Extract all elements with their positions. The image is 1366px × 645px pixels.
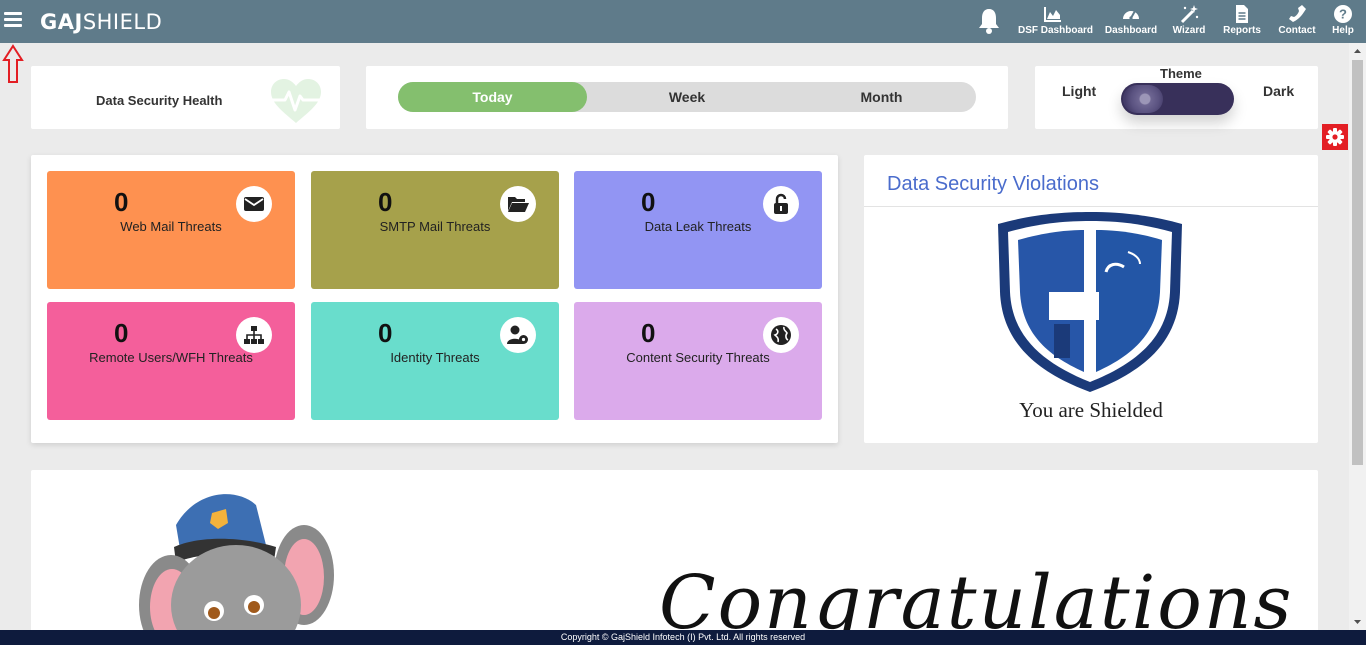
period-selector-card: Today Week Month <box>366 66 1008 129</box>
period-today-button[interactable]: Today <box>398 82 587 112</box>
help-icon: ? <box>1334 5 1352 23</box>
nav-dashboard-label: Dashboard <box>1104 25 1158 36</box>
sitemap-icon <box>236 317 272 353</box>
elephant-police-mascot <box>139 494 334 645</box>
scroll-up-arrow-icon[interactable] <box>1349 43 1366 60</box>
remote-users-wfh-threats-tile[interactable]: 0 Remote Users/WFH Threats <box>47 302 295 420</box>
data-security-health-card: Data Security Health <box>31 66 340 129</box>
threats-panel: 0 Web Mail Threats 0 SMTP Mail Threats 0… <box>31 155 838 443</box>
svg-text:?: ? <box>1339 7 1347 22</box>
magic-wand-icon <box>1180 5 1199 24</box>
threat-count: 0 <box>114 187 129 217</box>
nav-reports-label: Reports <box>1223 25 1261 36</box>
top-navigation-bar: GAJSHIELD DSF Dashboard Dashboard Wizard <box>0 0 1366 43</box>
content-security-threats-tile[interactable]: 0 Content Security Threats <box>574 302 822 420</box>
heartbeat-icon <box>271 79 321 123</box>
hamburger-menu-icon[interactable] <box>4 12 22 28</box>
data-security-health-title: Data Security Health <box>96 93 223 108</box>
nav-help-label: Help <box>1332 25 1354 36</box>
violations-title: Data Security Violations <box>887 173 1099 195</box>
scroll-down-arrow-icon[interactable] <box>1349 613 1366 630</box>
nav-dsf-dashboard-label: DSF Dashboard <box>1018 25 1094 36</box>
threat-count: 0 <box>641 187 656 217</box>
congratulations-card: Congratulations <box>31 470 1318 645</box>
settings-gear-icon[interactable] <box>1322 124 1348 150</box>
footer-copyright: Copyright © GajShield Infotech (I) Pvt. … <box>0 630 1366 645</box>
nav-reports[interactable]: Reports <box>1222 4 1262 38</box>
smtp-mail-threats-tile[interactable]: 0 SMTP Mail Threats <box>311 171 559 289</box>
period-toggle: Today Week Month <box>398 82 976 112</box>
threat-count: 0 <box>114 318 129 348</box>
data-leak-threats-tile[interactable]: 0 Data Leak Threats <box>574 171 822 289</box>
web-mail-threats-tile[interactable]: 0 Web Mail Threats <box>47 171 295 289</box>
gajshield-shield-logo <box>998 212 1182 392</box>
theme-card: Theme Light Dark <box>1035 66 1318 129</box>
nav-dashboard[interactable]: Dashboard <box>1104 4 1158 38</box>
threat-count: 0 <box>378 187 393 217</box>
area-chart-icon <box>1044 7 1061 22</box>
scrollbar-thumb[interactable] <box>1352 60 1363 465</box>
divider <box>864 206 1318 207</box>
arrow-up-icon <box>2 44 24 83</box>
toggle-knob[interactable] <box>1123 85 1163 113</box>
identity-threats-tile[interactable]: 0 Identity Threats <box>311 302 559 420</box>
unlock-icon <box>763 186 799 222</box>
globe-icon <box>763 317 799 353</box>
shielded-status: You are Shielded <box>1019 398 1163 422</box>
phone-icon <box>1289 5 1306 22</box>
nav-help[interactable]: ? Help <box>1330 4 1356 38</box>
gajshield-logo: GAJSHIELD <box>40 10 163 34</box>
nav-wizard[interactable]: Wizard <box>1170 4 1208 38</box>
notification-bell-icon[interactable] <box>976 6 1002 36</box>
folder-open-icon <box>500 186 536 222</box>
nav-dsf-dashboard[interactable]: DSF Dashboard <box>1018 4 1094 38</box>
theme-light-label: Light <box>1062 83 1097 99</box>
theme-dark-label: Dark <box>1263 83 1295 99</box>
nav-wizard-label: Wizard <box>1172 25 1206 36</box>
theme-toggle-switch[interactable] <box>1121 83 1234 115</box>
vertical-scrollbar[interactable] <box>1349 43 1366 630</box>
user-gear-icon <box>500 317 536 353</box>
envelope-icon <box>236 186 272 222</box>
document-icon <box>1236 5 1248 23</box>
threat-count: 0 <box>641 318 656 348</box>
threat-count: 0 <box>378 318 393 348</box>
nav-contact[interactable]: Contact <box>1276 4 1318 38</box>
period-week-button[interactable]: Week <box>587 82 787 112</box>
period-month-button[interactable]: Month <box>787 82 976 112</box>
data-security-violations-card: Data Security Violations You are Shielde… <box>864 155 1318 443</box>
speedometer-icon <box>1123 10 1139 20</box>
theme-label: Theme <box>1160 66 1202 81</box>
nav-contact-label: Contact <box>1278 25 1316 36</box>
